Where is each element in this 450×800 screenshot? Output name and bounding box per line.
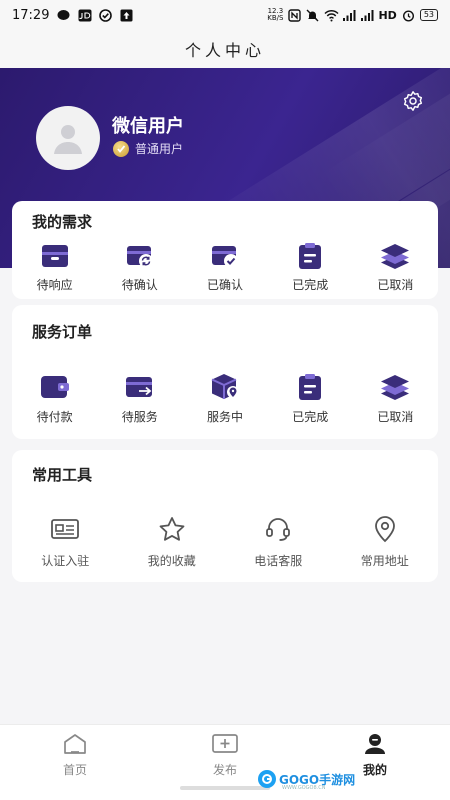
my-needs-row: 待响应 待确认 已确认 已完成 已取消 bbox=[12, 241, 438, 293]
home-indicator[interactable] bbox=[180, 786, 270, 790]
avatar[interactable] bbox=[36, 106, 100, 170]
my-needs-card: 我的需求 待响应 待确认 已确认 已完成 已取消 bbox=[12, 201, 438, 299]
needs-item-label: 已取消 bbox=[377, 278, 414, 292]
needs-item-pending-confirm[interactable]: 待确认 bbox=[97, 241, 182, 293]
needs-item-label: 待确认 bbox=[121, 278, 158, 292]
common-tools-row: 认证入驻 我的收藏 电话客服 常用地址 bbox=[12, 514, 438, 569]
tools-item-certification[interactable]: 认证入驻 bbox=[12, 514, 119, 569]
location-icon bbox=[369, 514, 401, 544]
signal-icon bbox=[342, 9, 356, 22]
layers-icon bbox=[379, 241, 411, 271]
box-location-icon bbox=[209, 372, 241, 402]
battery-level: 53 bbox=[419, 9, 438, 21]
check-card-icon bbox=[209, 241, 241, 271]
id-card-icon bbox=[49, 514, 81, 544]
status-bar: 17:29 12.3 KB/S HD 53 bbox=[0, 0, 450, 30]
needs-item-label: 已确认 bbox=[207, 278, 244, 292]
level-badge-icon bbox=[113, 140, 129, 157]
needs-item-label: 已完成 bbox=[292, 278, 329, 292]
tools-item-label: 我的收藏 bbox=[147, 554, 196, 568]
needs-item-pending-response[interactable]: 待响应 bbox=[12, 241, 97, 293]
default-avatar-icon bbox=[54, 125, 82, 154]
jd-notification-icon bbox=[78, 9, 92, 22]
orders-item-label: 已完成 bbox=[292, 410, 329, 424]
user-level-label: 普通用户 bbox=[135, 142, 184, 156]
page-title-bar: 个人中心 bbox=[0, 30, 450, 68]
service-orders-title: 服务订单 bbox=[32, 323, 93, 341]
orders-item-label: 待服务 bbox=[121, 410, 158, 424]
status-time: 17:29 bbox=[12, 7, 50, 23]
my-needs-title: 我的需求 bbox=[32, 213, 93, 231]
signal-icon bbox=[360, 9, 374, 22]
orders-item-label: 服务中 bbox=[207, 410, 244, 424]
network-type: HD bbox=[378, 8, 397, 22]
profile-icon bbox=[365, 734, 385, 754]
headset-icon bbox=[262, 514, 294, 544]
nav-home-label: 首页 bbox=[62, 763, 87, 777]
tools-item-phone-service[interactable]: 电话客服 bbox=[225, 514, 332, 569]
wallet-icon bbox=[39, 372, 71, 402]
service-orders-card: 服务订单 待付款 待服务 服务中 已完成 已取消 bbox=[12, 305, 438, 439]
orders-item-completed[interactable]: 已完成 bbox=[268, 372, 353, 425]
layers-icon bbox=[379, 372, 411, 402]
needs-item-completed[interactable]: 已完成 bbox=[268, 241, 353, 293]
clipboard-icon bbox=[294, 241, 326, 271]
site-watermark: GOGO手游网 WWW.GOGO8.CN bbox=[258, 770, 355, 791]
tools-item-label: 认证入驻 bbox=[41, 554, 90, 568]
user-name[interactable]: 微信用户 bbox=[112, 112, 184, 138]
net-speed-unit: KB/S bbox=[267, 14, 284, 22]
needs-item-label: 待响应 bbox=[36, 278, 73, 292]
home-icon bbox=[64, 734, 86, 754]
service-orders-row: 待付款 待服务 服务中 已完成 已取消 bbox=[12, 372, 438, 425]
user-level: 普通用户 bbox=[113, 140, 183, 157]
settings-gear-icon[interactable] bbox=[402, 90, 424, 112]
tools-item-address[interactable]: 常用地址 bbox=[332, 514, 439, 569]
tools-item-label: 电话客服 bbox=[254, 554, 303, 568]
common-tools-title: 常用工具 bbox=[32, 466, 93, 484]
nav-profile-label: 我的 bbox=[362, 763, 387, 777]
clipboard-icon bbox=[294, 372, 326, 402]
wifi-icon bbox=[324, 9, 340, 22]
watermark-logo-icon bbox=[258, 770, 276, 788]
tools-item-label: 常用地址 bbox=[360, 554, 409, 568]
tools-item-favorites[interactable]: 我的收藏 bbox=[119, 514, 226, 569]
nav-home[interactable]: 首页 bbox=[0, 725, 150, 800]
orders-item-cancelled[interactable]: 已取消 bbox=[353, 372, 438, 425]
orders-item-label: 已取消 bbox=[377, 410, 414, 424]
needs-item-cancelled[interactable]: 已取消 bbox=[353, 241, 438, 293]
star-icon bbox=[156, 514, 188, 544]
tray-icon bbox=[39, 241, 71, 271]
orders-item-in-service[interactable]: 服务中 bbox=[182, 372, 267, 425]
card-arrow-icon bbox=[124, 372, 156, 402]
nfc-icon bbox=[288, 8, 302, 22]
orders-item-pending-payment[interactable]: 待付款 bbox=[12, 372, 97, 425]
chat-notification-icon bbox=[57, 9, 70, 22]
publish-icon bbox=[212, 734, 238, 753]
orders-item-label: 待付款 bbox=[36, 410, 73, 424]
check-notification-icon bbox=[99, 8, 113, 22]
net-speed: 12.3 KB/S bbox=[267, 8, 283, 22]
refresh-card-icon bbox=[124, 241, 156, 271]
nav-publish-label: 发布 bbox=[212, 763, 237, 777]
common-tools-card: 常用工具 认证入驻 我的收藏 电话客服 常用地址 bbox=[12, 450, 438, 582]
page-title: 个人中心 bbox=[184, 41, 265, 60]
mute-icon bbox=[306, 9, 319, 22]
upload-notification-icon bbox=[120, 9, 133, 22]
orders-item-pending-service[interactable]: 待服务 bbox=[97, 372, 182, 425]
watermark-url: WWW.GOGO8.CN bbox=[282, 785, 326, 791]
needs-item-confirmed[interactable]: 已确认 bbox=[182, 241, 267, 293]
alarm-icon bbox=[402, 9, 415, 22]
